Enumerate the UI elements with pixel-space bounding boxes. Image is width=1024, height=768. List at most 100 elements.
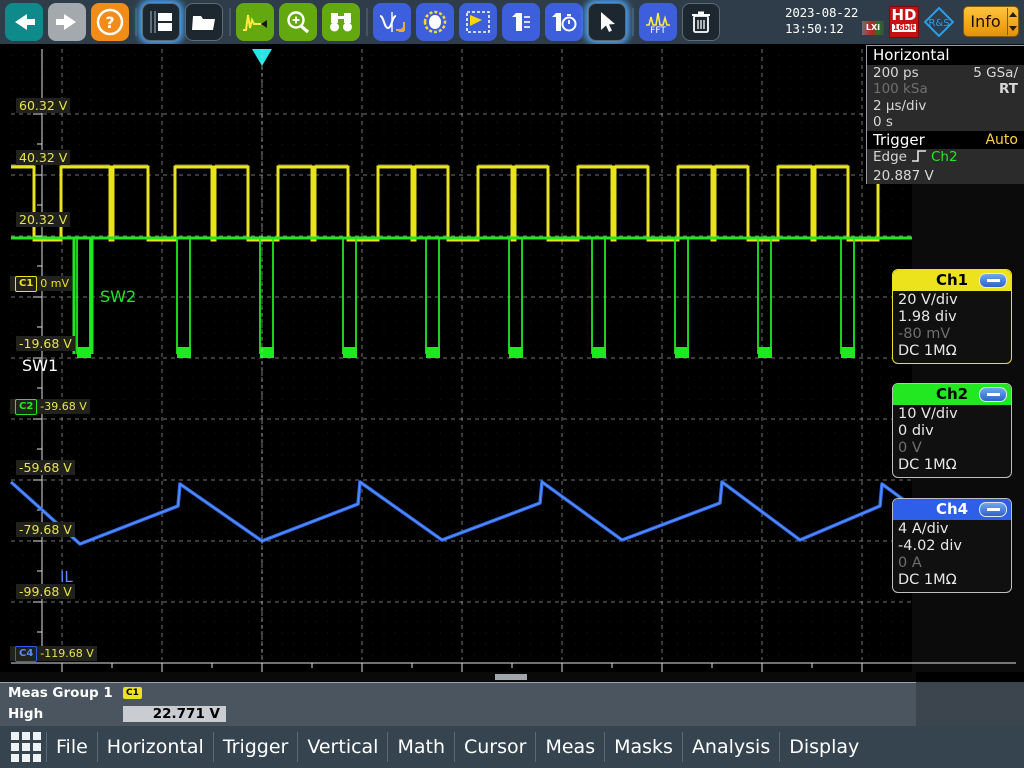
channel-ch4-scale[interactable]: 4 A/div — [898, 521, 1006, 538]
horizontal-scrollbar-handle[interactable] — [495, 674, 527, 680]
channel-marker-c4-tag: C4 — [15, 646, 37, 662]
fft-button[interactable]: FFT — [639, 3, 677, 41]
channel-box-ch2[interactable]: Ch2 10 V/div 0 div 0 V DC 1MΩ — [892, 383, 1012, 478]
channel-ch1-offset-div[interactable]: 1.98 div — [898, 309, 1006, 326]
waveform-area[interactable]: 60.32 V 40.32 V 20.32 V -19.68 V -59.68 … — [0, 44, 1024, 672]
measurement-row[interactable]: High 22.771 V — [0, 703, 916, 725]
channel-ch4-header[interactable]: Ch4 — [893, 499, 1011, 520]
spinner-down-icon[interactable] — [1009, 26, 1017, 31]
horizontal-record-row[interactable]: 100 kSa RT — [867, 81, 1024, 98]
horizontal-timebase-row[interactable]: 2 µs/div — [867, 98, 1024, 115]
trigger-type-row[interactable]: Edge Ch2 — [867, 149, 1024, 168]
channel-ch4-offset-div[interactable]: -4.02 div — [898, 538, 1006, 555]
channel-ch4-offset[interactable]: 0 A — [898, 555, 1006, 572]
channel-marker-c1-value: 0 mV — [40, 277, 69, 291]
channel-marker-c1[interactable]: C1 0 mV — [10, 276, 72, 291]
setup-list-button[interactable] — [142, 3, 180, 41]
oscilloscope-screen: ? — [0, 0, 1024, 768]
pointer-button[interactable] — [588, 3, 626, 41]
channel-ch1-name: Ch1 — [936, 272, 968, 289]
waveform-label-sw1: SW1 — [22, 356, 58, 375]
channel-box-ch1[interactable]: Ch1 20 V/div 1.98 div -80 mV DC 1MΩ — [892, 269, 1012, 364]
menu-item-display[interactable]: Display — [779, 732, 868, 762]
horizontal-acq-mode: RT — [999, 81, 1018, 98]
measurement-source-badge[interactable]: C1 — [123, 687, 142, 699]
channel-ch4-collapse-button[interactable] — [979, 502, 1007, 517]
zoom-button[interactable] — [279, 3, 317, 41]
measure-button[interactable] — [373, 3, 411, 41]
toolbar-separator-4 — [632, 8, 634, 36]
undo-button[interactable] — [5, 3, 43, 41]
y-axis-label-0: 60.32 V — [16, 98, 70, 113]
channel-marker-c4-value: -119.68 V — [40, 647, 93, 661]
channel-ch2-name: Ch2 — [936, 386, 968, 403]
menu-item-masks[interactable]: Masks — [604, 732, 682, 762]
mask-test-button[interactable] — [416, 3, 454, 41]
horizontal-scrollbar[interactable] — [0, 672, 916, 682]
info-button[interactable]: Info — [963, 6, 1019, 37]
find-button[interactable] — [322, 3, 360, 41]
app-launcher-icon[interactable] — [6, 732, 46, 762]
menu-item-meas[interactable]: Meas — [535, 732, 604, 762]
rohde-schwarz-logo-icon: R&S — [924, 7, 954, 37]
channel-ch1-body: 20 V/div 1.98 div -80 mV DC 1MΩ — [893, 291, 1011, 363]
menu-item-math[interactable]: Math — [387, 732, 454, 762]
horizontal-resolution-row[interactable]: 200 ps 5 GSa/ — [867, 65, 1024, 82]
horizontal-resolution: 200 ps — [873, 65, 919, 82]
channel-ch2-collapse-button[interactable] — [979, 387, 1007, 402]
y-axis-label-8: -99.68 V — [16, 584, 75, 599]
spinner-up-icon[interactable] — [1009, 12, 1017, 17]
menu-item-trigger[interactable]: Trigger — [213, 732, 298, 762]
measurement-bar-right-filler — [916, 682, 1024, 726]
y-axis-label-7: -79.68 V — [16, 522, 75, 537]
channel-ch1-offset[interactable]: -80 mV — [898, 326, 1006, 343]
toolbar-separator-3 — [366, 8, 368, 36]
hd-bits-label: 16bit — [892, 24, 916, 32]
channel-ch4-coupling[interactable]: DC 1MΩ — [898, 572, 1006, 589]
rising-edge-icon — [911, 149, 927, 168]
autoset-button[interactable] — [236, 3, 274, 41]
channel-ch1-collapse-button[interactable] — [979, 273, 1007, 288]
open-file-button[interactable] — [185, 3, 223, 41]
channel-ch2-header[interactable]: Ch2 — [893, 384, 1011, 405]
trigger-panel-title-row: Trigger Auto — [867, 131, 1024, 150]
ref-level-button[interactable] — [502, 3, 540, 41]
channel-marker-c2-tag: C2 — [15, 399, 37, 415]
channel-ch2-scale[interactable]: 10 V/div — [898, 406, 1006, 423]
channel-ch1-coupling[interactable]: DC 1MΩ — [898, 343, 1006, 360]
svg-text:?: ? — [105, 13, 114, 32]
channel-box-ch4[interactable]: Ch4 4 A/div -4.02 div 0 A DC 1MΩ — [892, 498, 1012, 593]
trigger-level-row[interactable]: 20.887 V — [867, 168, 1024, 185]
svg-text:FFT: FFT — [650, 26, 666, 35]
channel-ch1-scale[interactable]: 20 V/div — [898, 292, 1006, 309]
delete-button[interactable] — [682, 3, 720, 41]
timing-button[interactable] — [545, 3, 583, 41]
info-button-label: Info — [964, 12, 1007, 31]
info-spinner[interactable] — [1007, 8, 1018, 35]
menu-item-horizontal[interactable]: Horizontal — [97, 732, 213, 762]
channel-marker-c2[interactable]: C2 -39.68 V — [10, 399, 90, 414]
channel-marker-c4[interactable]: C4 -119.68 V — [10, 646, 97, 661]
menu-item-vertical[interactable]: Vertical — [297, 732, 387, 762]
horizontal-settings-panel[interactable]: Horizontal 200 ps 5 GSa/ 100 kSa RT 2 µs… — [866, 45, 1024, 184]
help-button[interactable]: ? — [91, 3, 129, 41]
horizontal-position-row[interactable]: 0 s — [867, 114, 1024, 131]
redo-button[interactable] — [48, 3, 86, 41]
y-axis-label-6: -59.68 V — [16, 460, 75, 475]
channel-ch2-offset-div[interactable]: 0 div — [898, 423, 1006, 440]
channel-ch2-coupling[interactable]: DC 1MΩ — [898, 457, 1006, 474]
menu-bar: File Horizontal Trigger Vertical Math Cu… — [0, 726, 1024, 768]
channel-ch4-name: Ch4 — [936, 501, 968, 518]
toolbar-separator-2 — [229, 8, 231, 36]
y-axis-label-4: -19.68 V — [16, 336, 75, 351]
zone-trigger-button[interactable] — [459, 3, 497, 41]
measurement-bar[interactable]: Meas Group 1 C1 High 22.771 V — [0, 682, 916, 726]
menu-item-cursor[interactable]: Cursor — [454, 732, 535, 762]
menu-item-file[interactable]: File — [46, 732, 97, 762]
trigger-mode[interactable]: Auto — [985, 132, 1018, 149]
menu-item-analysis[interactable]: Analysis — [682, 732, 779, 762]
measurement-group-row[interactable]: Meas Group 1 C1 — [0, 683, 916, 703]
channel-marker-c1-tag: C1 — [15, 276, 37, 292]
channel-ch1-header[interactable]: Ch1 — [893, 270, 1011, 291]
channel-ch2-offset[interactable]: 0 V — [898, 440, 1006, 457]
